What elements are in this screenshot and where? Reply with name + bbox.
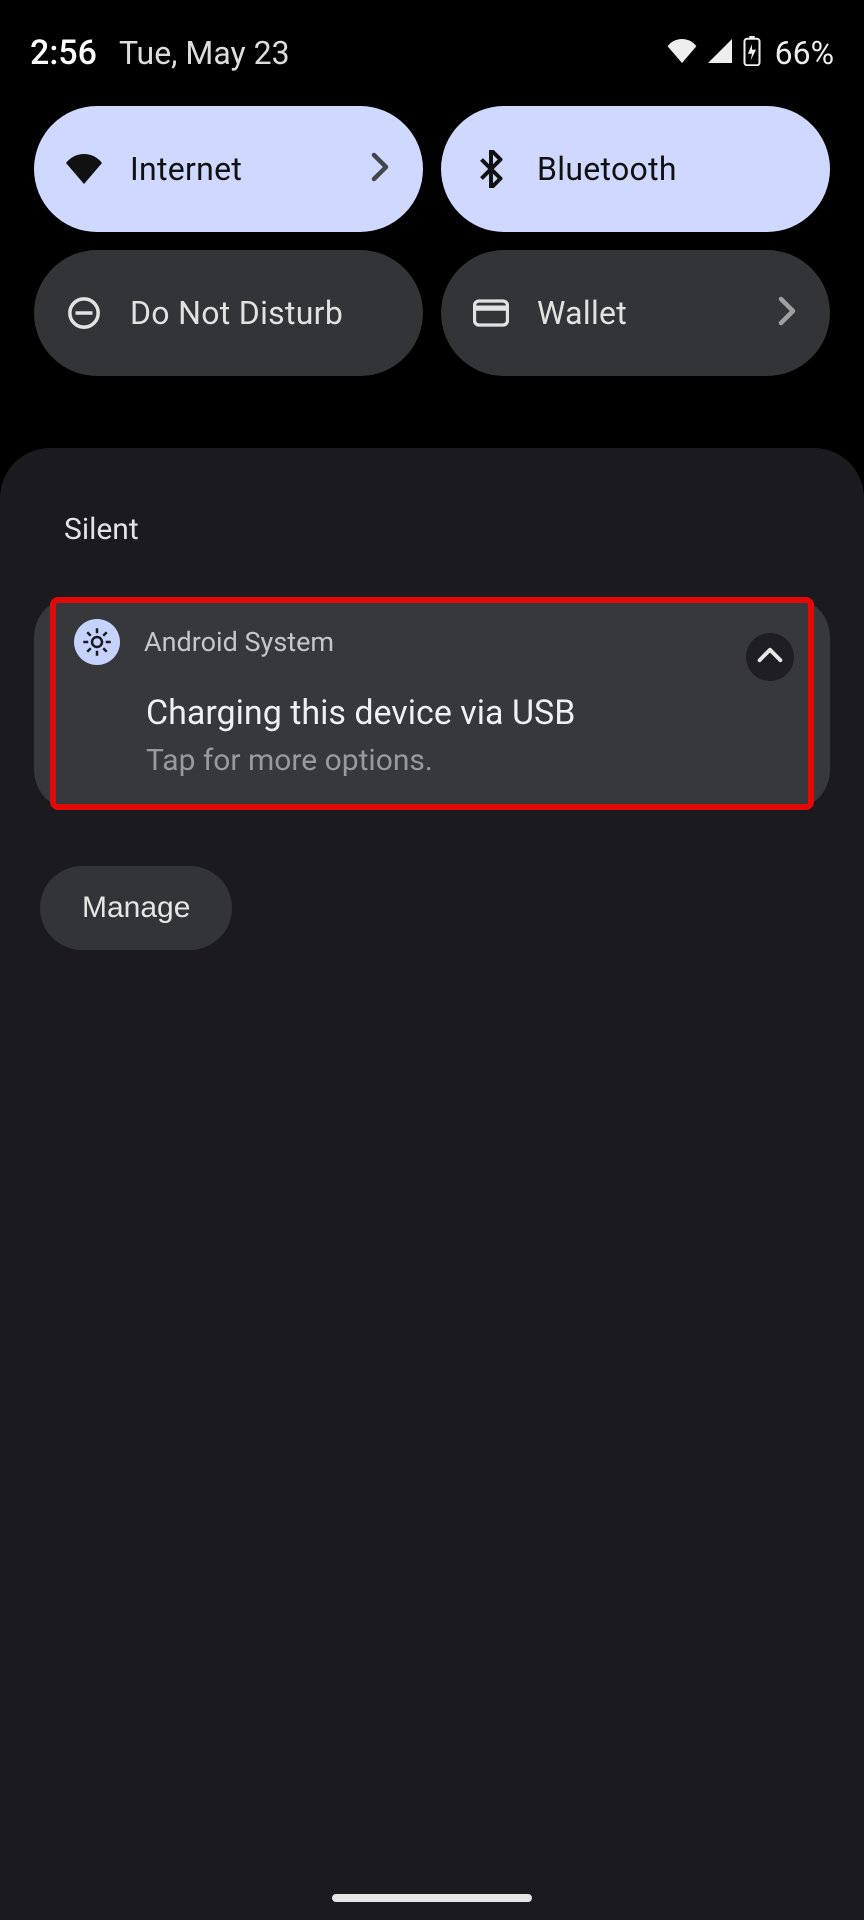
qs-tile-label: Internet (130, 150, 242, 188)
section-header-silent: Silent (34, 512, 830, 581)
status-time: 2:56 (30, 33, 97, 73)
qs-tile-label: Bluetooth (537, 150, 677, 188)
chevron-right-icon[interactable] (371, 152, 389, 186)
notification-title: Charging this device via USB (146, 693, 790, 733)
quick-settings: Internet Bluetooth Do Not Disturb Wallet (0, 80, 864, 392)
settings-gear-icon (74, 619, 120, 665)
status-bar: 2:56 Tue, May 23 66% (0, 0, 864, 80)
qs-tile-label: Do Not Disturb (130, 294, 343, 332)
bluetooth-icon (473, 151, 509, 187)
cell-signal-icon (707, 39, 733, 67)
highlight-box: Android System Charging this device via … (50, 597, 814, 810)
collapse-button[interactable] (746, 633, 794, 681)
battery-icon (743, 36, 761, 70)
wifi-icon (66, 151, 102, 187)
qs-tile-bluetooth[interactable]: Bluetooth (441, 106, 830, 232)
qs-tile-label: Wallet (537, 294, 627, 332)
chevron-up-icon (757, 647, 783, 667)
notification-app-name: Android System (144, 626, 334, 658)
qs-tile-wallet[interactable]: Wallet (441, 250, 830, 376)
notification-body: Tap for more options. (146, 743, 790, 778)
wallet-icon (473, 295, 509, 331)
manage-button[interactable]: Manage (40, 866, 232, 950)
dnd-icon (66, 295, 102, 331)
status-date: Tue, May 23 (119, 34, 290, 72)
notification-shade: Silent Android System Charging this devi… (0, 448, 864, 1920)
chevron-right-icon[interactable] (778, 296, 796, 330)
qs-tile-internet[interactable]: Internet (34, 106, 423, 232)
notification-card[interactable]: Android System Charging this device via … (34, 597, 830, 810)
qs-tile-dnd[interactable]: Do Not Disturb (34, 250, 423, 376)
battery-percent: 66% (775, 34, 834, 72)
nav-pill[interactable] (332, 1894, 532, 1902)
wifi-icon (667, 39, 697, 67)
